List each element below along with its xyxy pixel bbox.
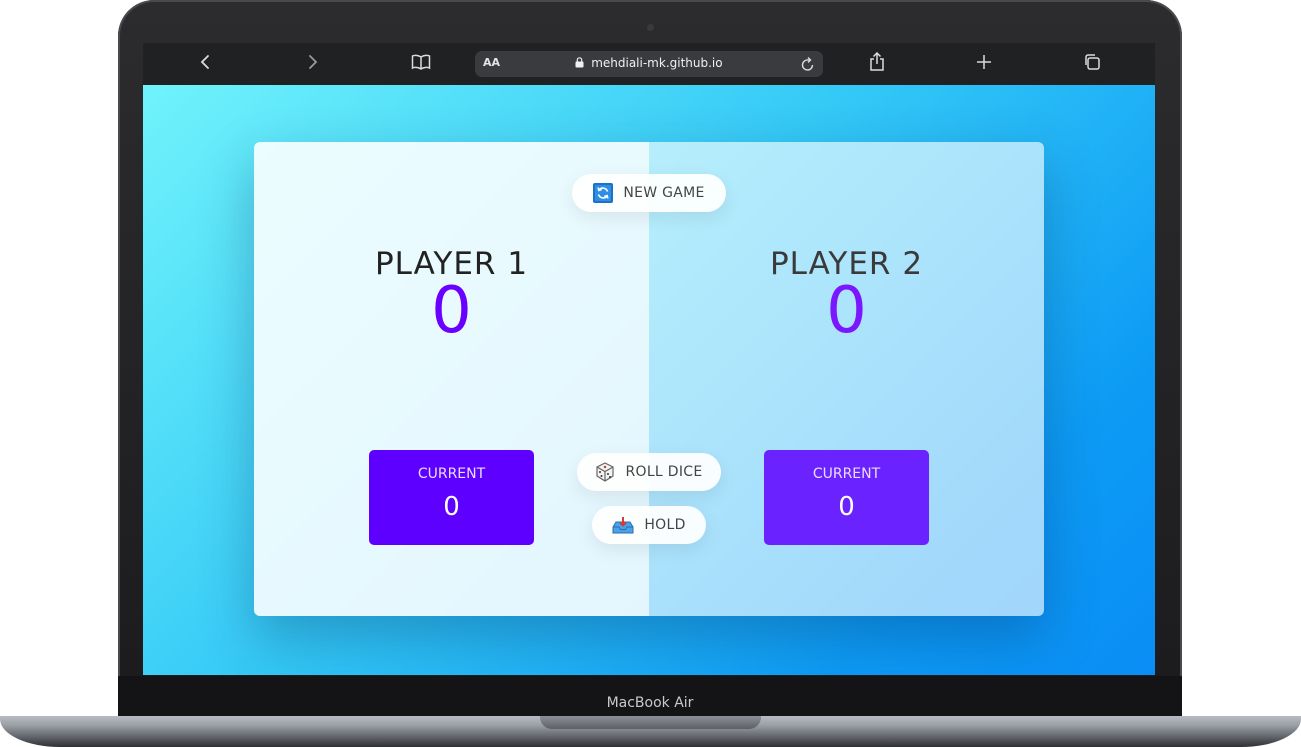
new-game-label: NEW GAME — [623, 185, 705, 201]
tabs-icon — [1083, 53, 1101, 76]
refresh-icon — [593, 183, 614, 203]
player-2-current-label: CURRENT — [812, 466, 881, 482]
player-2-score: 0 — [826, 274, 867, 348]
camera — [647, 24, 654, 31]
back-button[interactable] — [185, 43, 225, 85]
player-1-current-box: CURRENT 0 — [369, 450, 534, 545]
device-model-label: MacBook Air — [606, 695, 694, 711]
new-tab-button[interactable] — [964, 43, 1004, 85]
reload-icon[interactable] — [801, 53, 815, 76]
player-2-panel: PLAYER 2 0 CURRENT 0 — [649, 142, 1044, 616]
url-display[interactable]: mehdiali-mk.github.io — [475, 56, 823, 70]
roll-dice-button[interactable]: ROLL DICE — [577, 453, 721, 491]
player-2-current-box: CURRENT 0 — [764, 450, 929, 545]
forward-button[interactable] — [293, 43, 333, 85]
laptop-notch — [540, 716, 761, 729]
forward-icon — [307, 54, 319, 75]
screen: AA mehdiali-mk.github.io PLAYER 1 0 CURR… — [143, 43, 1155, 675]
web-page: PLAYER 1 0 CURRENT 0 PLAYER 2 0 CURRENT … — [143, 85, 1155, 675]
address-bar[interactable]: AA mehdiali-mk.github.io — [475, 51, 823, 77]
inbox-tray-icon — [612, 516, 634, 534]
game-board: PLAYER 1 0 CURRENT 0 PLAYER 2 0 CURRENT … — [254, 142, 1044, 616]
player-1-current-label: CURRENT — [417, 466, 486, 482]
lock-icon — [575, 56, 591, 70]
player-1-score: 0 — [431, 274, 472, 348]
share-button[interactable] — [857, 43, 897, 85]
hold-button[interactable]: HOLD — [592, 506, 706, 544]
roll-dice-label: ROLL DICE — [625, 464, 703, 480]
player-1-current-score: 0 — [443, 492, 460, 522]
new-game-button[interactable]: NEW GAME — [572, 174, 726, 212]
bookmarks-button[interactable] — [401, 43, 441, 85]
player-2-current-score: 0 — [838, 492, 855, 522]
new-tab-icon — [976, 54, 992, 75]
share-icon — [869, 51, 885, 77]
url-text: mehdiali-mk.github.io — [591, 56, 723, 70]
dice-icon — [595, 462, 615, 482]
bookmarks-icon — [411, 54, 431, 75]
back-icon — [199, 54, 211, 75]
player-1-panel: PLAYER 1 0 CURRENT 0 — [254, 142, 649, 616]
browser-toolbar: AA mehdiali-mk.github.io — [143, 43, 1155, 85]
hold-label: HOLD — [644, 517, 686, 533]
tabs-button[interactable] — [1072, 43, 1112, 85]
